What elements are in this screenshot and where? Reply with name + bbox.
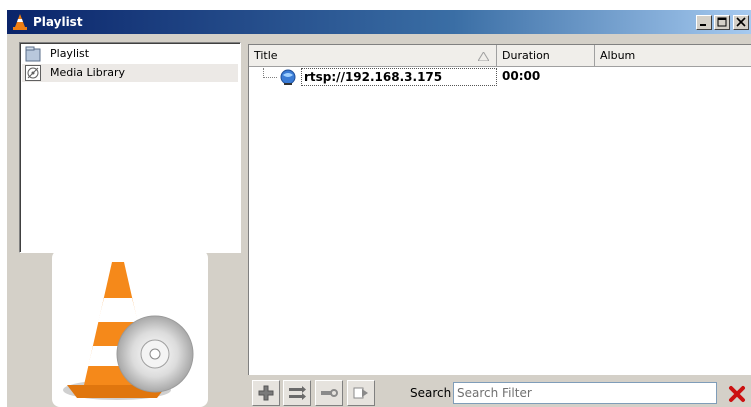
playlist-icon bbox=[25, 46, 41, 62]
row-title-cell: rtsp://192.168.3.175 bbox=[301, 68, 497, 86]
vlc-cone-artwork-icon bbox=[63, 262, 194, 400]
sidebar-item-label: Playlist bbox=[50, 47, 90, 60]
sidebar-item-media-library[interactable]: Media Library bbox=[22, 64, 238, 82]
sort-button[interactable] bbox=[347, 380, 375, 406]
window-title: Playlist bbox=[33, 15, 83, 29]
stream-media-icon bbox=[279, 69, 297, 87]
remove-button[interactable] bbox=[315, 380, 343, 406]
title-bar[interactable]: Playlist bbox=[7, 10, 751, 34]
sidebar-item-playlist[interactable]: Playlist bbox=[22, 45, 238, 63]
album-art bbox=[52, 250, 208, 407]
add-button[interactable] bbox=[252, 380, 280, 406]
column-header-duration[interactable]: Duration bbox=[497, 45, 595, 67]
clear-icon bbox=[729, 386, 745, 402]
row-duration-cell: 00:00 bbox=[502, 69, 541, 83]
vlc-cone-icon bbox=[12, 13, 28, 31]
column-header-title[interactable]: Title bbox=[249, 45, 497, 67]
close-button[interactable] bbox=[733, 15, 749, 30]
shuffle-icon bbox=[289, 386, 306, 400]
maximize-button[interactable] bbox=[714, 15, 730, 30]
remove-icon bbox=[321, 389, 338, 397]
playlist-toolbar: Search bbox=[248, 376, 751, 407]
search-label: Search bbox=[410, 386, 452, 400]
search-input[interactable] bbox=[453, 382, 717, 404]
add-icon bbox=[258, 385, 274, 401]
playlist-window: Playlist Playlist Media Library Title Du… bbox=[7, 10, 751, 407]
sidebar-item-label: Media Library bbox=[50, 66, 125, 79]
sort-ascending-icon bbox=[477, 51, 490, 64]
shuffle-button[interactable] bbox=[283, 380, 311, 406]
playlist-table[interactable]: Title Duration Album rtsp://192.168.3.17… bbox=[248, 44, 751, 375]
clear-search-button[interactable] bbox=[727, 384, 747, 404]
playlist-source-tree[interactable]: Playlist Media Library bbox=[19, 42, 241, 253]
tree-connector bbox=[263, 68, 277, 78]
minimize-button[interactable] bbox=[696, 15, 712, 30]
column-header-album[interactable]: Album bbox=[595, 45, 751, 67]
table-row[interactable]: rtsp://192.168.3.175 00:00 bbox=[249, 68, 751, 87]
media-library-icon bbox=[25, 65, 41, 81]
sort-icon bbox=[353, 387, 368, 399]
